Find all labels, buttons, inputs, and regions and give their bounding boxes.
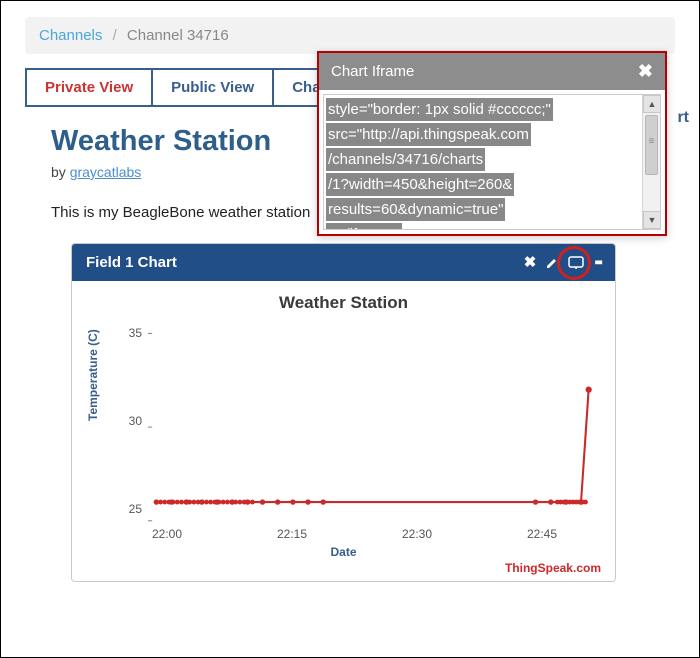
breadcrumb-separator: / xyxy=(113,27,117,44)
iframe-code-textarea[interactable]: style="border: 1px solid #cccccc;" src="… xyxy=(323,94,661,230)
chart-iframe-dialog: Chart Iframe ✖ style="border: 1px solid … xyxy=(317,51,667,236)
more-icon[interactable]: ▪▪ xyxy=(594,255,601,270)
chart-title: Weather Station xyxy=(86,293,601,313)
code-line: /channels/34716/charts xyxy=(326,148,485,171)
breadcrumb-root-link[interactable]: Channels xyxy=(39,27,102,44)
dialog-body: style="border: 1px solid #cccccc;" src="… xyxy=(319,90,665,234)
code-line: results=60&dynamic=true" xyxy=(326,198,505,221)
scroll-down-icon[interactable]: ▼ xyxy=(643,211,661,229)
code-line: src="http://api.thingspeak.com xyxy=(326,123,531,146)
breadcrumb: Channels / Channel 34716 xyxy=(25,17,675,54)
code-line: /1?width=450&height=260& xyxy=(326,173,514,196)
author-link[interactable]: graycatlabs xyxy=(70,164,142,180)
breadcrumb-current: Channel 34716 xyxy=(127,27,229,44)
code-line: style="border: 1px solid #cccccc;" xyxy=(326,98,553,121)
y-tick: 30 xyxy=(122,414,142,428)
chart-panel-header: Field 1 Chart ✖ ▪▪ xyxy=(72,244,615,281)
field1-chart-panel: Field 1 Chart ✖ ▪▪ Weather Station Tempe… xyxy=(71,243,616,582)
chart-panel-title: Field 1 Chart xyxy=(86,254,177,271)
tab-private-view[interactable]: Private View xyxy=(25,68,151,107)
x-tick: 22:00 xyxy=(152,527,182,541)
tab-public-view[interactable]: Public View xyxy=(151,68,272,107)
embed-code-icon[interactable] xyxy=(568,256,584,270)
edit-icon[interactable] xyxy=(546,257,558,269)
chart-body: Weather Station Temperature (C) 35 30 25… xyxy=(72,281,615,581)
code-line: ></iframe> xyxy=(326,223,402,230)
y-tick: 35 xyxy=(122,326,142,340)
scroll-up-icon[interactable]: ▲ xyxy=(643,95,661,113)
scrollbar-track[interactable]: ▲ ▼ xyxy=(642,95,660,229)
x-axis-label: Date xyxy=(72,545,615,559)
dialog-title: Chart Iframe xyxy=(331,63,638,80)
y-tick: 25 xyxy=(122,502,142,516)
chart-svg xyxy=(148,325,597,525)
scrollbar-thumb[interactable] xyxy=(645,115,658,175)
by-prefix: by xyxy=(51,164,70,180)
x-tick: 22:15 xyxy=(277,527,307,541)
close-icon[interactable]: ✖ xyxy=(524,255,537,270)
plot-area xyxy=(148,325,597,525)
tab-fragment-right: rt xyxy=(675,109,691,127)
dialog-header[interactable]: Chart Iframe ✖ xyxy=(319,53,665,90)
close-icon[interactable]: ✖ xyxy=(638,61,653,82)
x-tick: 22:45 xyxy=(527,527,557,541)
y-axis-label: Temperature (C) xyxy=(86,329,100,421)
x-tick: 22:30 xyxy=(402,527,432,541)
chart-credit: ThingSpeak.com xyxy=(505,561,601,575)
